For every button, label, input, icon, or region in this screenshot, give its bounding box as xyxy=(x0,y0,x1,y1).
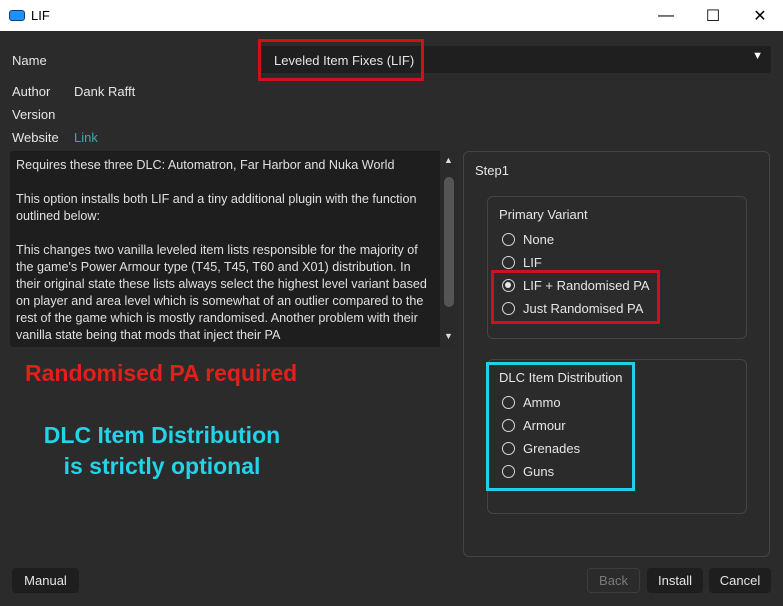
radio-none[interactable]: None xyxy=(502,229,554,249)
back-button[interactable]: Back xyxy=(587,568,640,593)
step-title: Step1 xyxy=(475,163,509,178)
primary-variant-title: Primary Variant xyxy=(499,207,588,222)
radio-guns[interactable]: Guns xyxy=(502,461,554,481)
chevron-down-icon: ▼ xyxy=(752,50,763,62)
radio-circle[interactable] xyxy=(502,395,515,409)
website-link[interactable]: Link xyxy=(74,130,98,145)
radio-label: Armour xyxy=(523,417,566,433)
scrollbar-thumb[interactable] xyxy=(444,177,454,307)
version-label: Version xyxy=(12,107,56,122)
window-title: LIF xyxy=(31,8,50,23)
randomised-pa-note: Randomised PA required xyxy=(25,360,298,386)
author-label: Author xyxy=(12,84,51,99)
close-button[interactable]: ✕ xyxy=(737,0,783,31)
title-bar: LIF — ☐ ✕ xyxy=(0,0,783,31)
dlc-optional-note: DLC Item Distribution is strictly option… xyxy=(14,420,310,482)
radio-label: Grenades xyxy=(523,440,581,456)
radio-lif[interactable]: LIF xyxy=(502,252,542,272)
name-highlight-box xyxy=(258,39,424,81)
radio-ammo[interactable]: Ammo xyxy=(502,392,561,412)
radio-circle[interactable] xyxy=(502,464,515,478)
cancel-button[interactable]: Cancel xyxy=(709,568,771,593)
radio-grenades[interactable]: Grenades xyxy=(502,438,580,458)
randomised-pa-highlight-box xyxy=(491,270,660,324)
app-icon xyxy=(9,10,25,21)
author-value: Dank Rafft xyxy=(74,84,136,99)
dlc-optional-note-line2: is strictly optional xyxy=(63,453,261,479)
scroll-up-icon[interactable]: ▲ xyxy=(444,155,453,165)
description-box[interactable]: Requires these three DLC: Automatron, Fa… xyxy=(10,151,458,347)
scroll-down-icon[interactable]: ▼ xyxy=(444,331,453,341)
radio-label: None xyxy=(523,231,555,247)
radio-label: Guns xyxy=(523,463,555,479)
radio-label: LIF xyxy=(523,254,542,270)
install-button[interactable]: Install xyxy=(647,568,703,593)
minimize-button[interactable]: — xyxy=(643,0,689,31)
radio-circle[interactable] xyxy=(502,441,515,455)
dlc-optional-note-line1: DLC Item Distribution xyxy=(43,422,281,448)
radio-label: Ammo xyxy=(523,394,561,410)
radio-circle[interactable] xyxy=(502,418,515,432)
radio-circle[interactable] xyxy=(502,232,515,246)
dlc-distribution-title: DLC Item Distribution xyxy=(499,370,623,385)
website-label: Website xyxy=(12,130,59,145)
manual-button[interactable]: Manual xyxy=(12,568,79,593)
description-scrollbar[interactable]: ▲ ▼ xyxy=(440,151,458,347)
maximize-button[interactable]: ☐ xyxy=(690,0,736,31)
name-label: Name xyxy=(12,53,47,68)
description-text: Requires these three DLC: Automatron, Fa… xyxy=(16,158,427,342)
radio-circle[interactable] xyxy=(502,255,515,269)
radio-armour[interactable]: Armour xyxy=(502,415,566,435)
